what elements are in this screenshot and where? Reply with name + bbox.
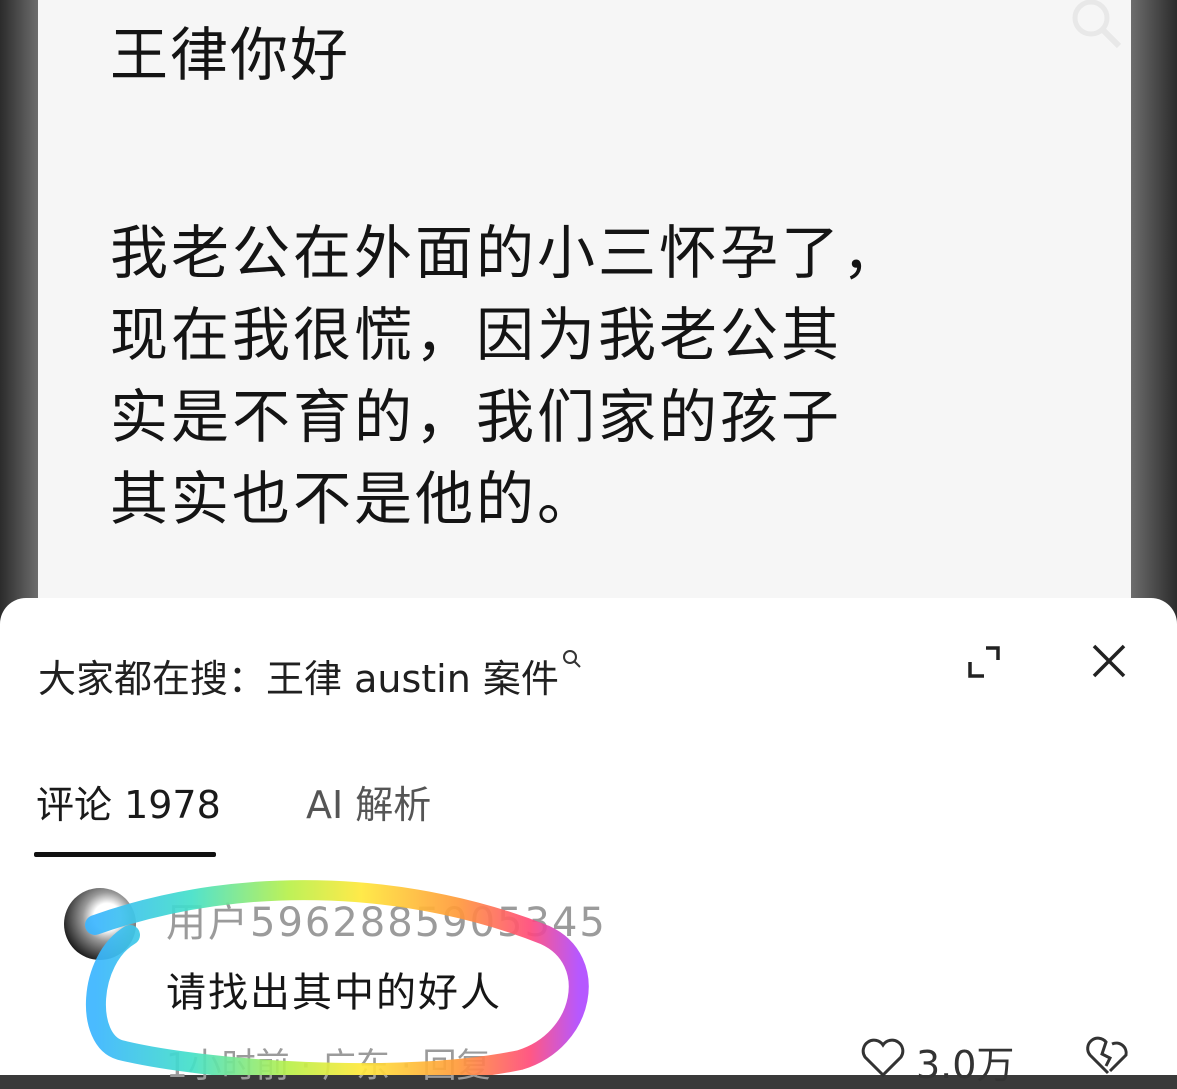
comment-text: 请找出其中的好人: [166, 970, 502, 1016]
card-line: 现在我很慌，因为我老公其: [110, 301, 843, 369]
trending-search-text: 大家都在搜：王律 austin 案件: [38, 657, 559, 701]
expand-icon[interactable]: [966, 644, 1002, 680]
card-line: 实是不育的，我们家的孩子: [110, 383, 843, 451]
phone-edge-left: [0, 0, 38, 620]
avatar[interactable]: [64, 888, 136, 960]
tab-comments[interactable]: 评论 1978: [36, 774, 221, 829]
comment-username[interactable]: 用户5962885905345: [166, 890, 607, 948]
card-line: 我老公在外面的小三怀孕了，: [110, 219, 904, 287]
tab-ai-analysis[interactable]: AI 解析: [306, 774, 431, 829]
card-line: 其实也不是他的。: [110, 465, 599, 533]
like-count: 3.0万: [916, 1043, 1015, 1087]
trending-search-link[interactable]: 大家都在搜：王律 austin 案件: [38, 648, 583, 703]
heart-icon[interactable]: [860, 1038, 906, 1078]
phone-edge-right: [1131, 0, 1177, 620]
active-tab-indicator: [34, 852, 216, 857]
card-greeting: 王律你好: [110, 21, 351, 89]
card-body-text: 我老公在外面的小三怀孕了， 现在我很慌，因为我老公其 实是不育的，我们家的孩子 …: [110, 212, 970, 540]
video-card[interactable]: 王律你好 我老公在外面的小三怀孕了， 现在我很慌，因为我老公其 实是不育的，我们…: [38, 0, 1131, 620]
comment-sheet: 大家都在搜：王律 austin 案件 评论 1978 AI 解析 用户59628…: [0, 598, 1177, 1087]
broken-heart-icon[interactable]: [1084, 1036, 1132, 1076]
search-icon[interactable]: [1067, 0, 1123, 50]
close-icon[interactable]: [1090, 642, 1128, 680]
comment-meta[interactable]: 1小时前 · 广东 · 回复: [166, 1038, 490, 1087]
search-icon: [562, 650, 581, 668]
